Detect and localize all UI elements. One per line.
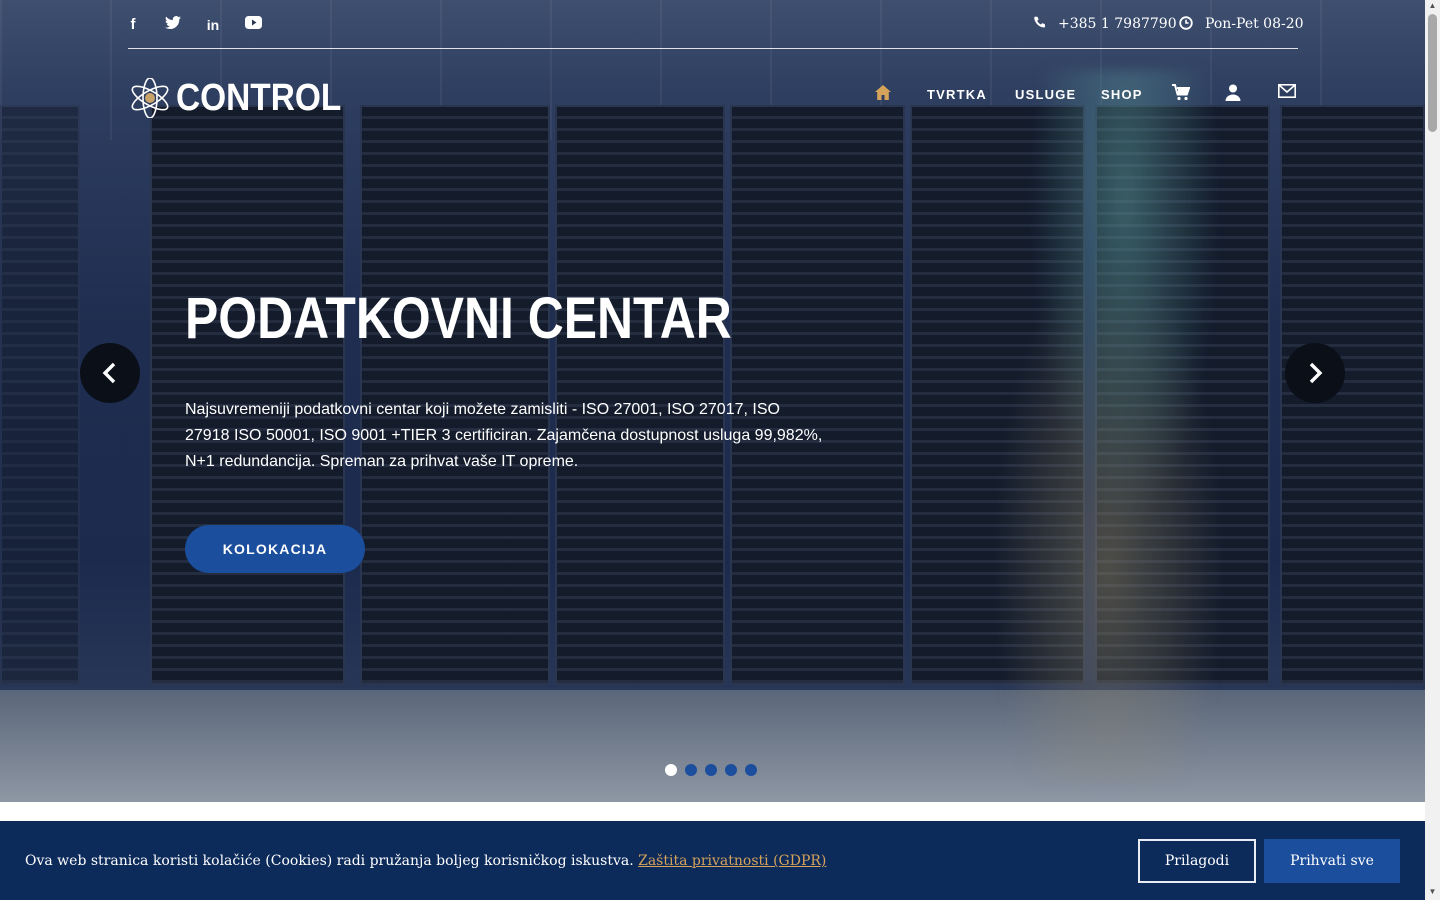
facebook-icon[interactable]: f bbox=[124, 16, 142, 34]
scrollbar-thumb[interactable] bbox=[1428, 14, 1437, 132]
slider-dots bbox=[665, 764, 757, 776]
hero-person bbox=[960, 70, 1290, 780]
page-scrollbar[interactable]: ▲ ▼ bbox=[1425, 0, 1440, 900]
kolokacija-button[interactable]: KOLOKACIJA bbox=[185, 525, 365, 573]
phone-number[interactable]: +385 1 7987790 bbox=[1058, 15, 1177, 33]
hero-title: PODATKOVNI CENTAR bbox=[185, 286, 732, 351]
logo[interactable]: CONTROL bbox=[128, 76, 364, 119]
slider-dot[interactable] bbox=[745, 764, 757, 776]
nav-item-usluge[interactable]: USLUGE bbox=[1015, 86, 1076, 104]
accept-all-cookies-button[interactable]: Prihvati sve bbox=[1264, 839, 1400, 883]
hero-description: Najsuvremeniji podatkovni centar koji mo… bbox=[185, 401, 823, 470]
customize-cookies-button[interactable]: Prilagodi bbox=[1138, 839, 1256, 883]
privacy-link[interactable]: Zaštita privatnosti (GDPR) bbox=[638, 853, 826, 869]
server-rack bbox=[730, 105, 905, 685]
nav-item-tvrtka[interactable]: TVRTKA bbox=[927, 86, 987, 104]
mail-icon[interactable] bbox=[1278, 84, 1298, 104]
chevron-right-icon bbox=[1309, 362, 1323, 384]
server-rack bbox=[555, 105, 725, 685]
phone-icon bbox=[1033, 16, 1047, 30]
home-icon[interactable] bbox=[874, 84, 894, 104]
server-rack bbox=[0, 105, 80, 685]
slider-dot[interactable] bbox=[685, 764, 697, 776]
slider-next-button[interactable] bbox=[1285, 343, 1345, 403]
slider-dot[interactable] bbox=[665, 764, 677, 776]
nav-item-shop[interactable]: SHOP bbox=[1101, 86, 1143, 104]
server-rack bbox=[150, 105, 345, 685]
user-icon[interactable] bbox=[1225, 84, 1245, 104]
cart-icon[interactable] bbox=[1172, 84, 1192, 104]
scroll-down-icon[interactable]: ▼ bbox=[1428, 888, 1437, 896]
clock-icon bbox=[1179, 16, 1193, 30]
slider-dot[interactable] bbox=[705, 764, 717, 776]
slider-prev-button[interactable] bbox=[80, 343, 140, 403]
scroll-up-icon[interactable]: ▲ bbox=[1428, 2, 1437, 10]
twitter-icon[interactable] bbox=[164, 16, 182, 34]
server-rack bbox=[360, 105, 550, 685]
cookie-message: Ova web stranica koristi kolačiće (Cooki… bbox=[25, 851, 826, 871]
cookie-text: Ova web stranica koristi kolačiće (Cooki… bbox=[25, 853, 639, 869]
logo-text: CONTROL bbox=[176, 76, 342, 119]
slider-dot[interactable] bbox=[725, 764, 737, 776]
atom-logo-icon bbox=[131, 78, 169, 118]
working-hours: Pon-Pet 08-20 bbox=[1205, 16, 1304, 32]
linkedin-icon[interactable]: in bbox=[204, 16, 222, 34]
chevron-left-icon bbox=[102, 362, 116, 384]
youtube-icon[interactable] bbox=[244, 16, 262, 34]
